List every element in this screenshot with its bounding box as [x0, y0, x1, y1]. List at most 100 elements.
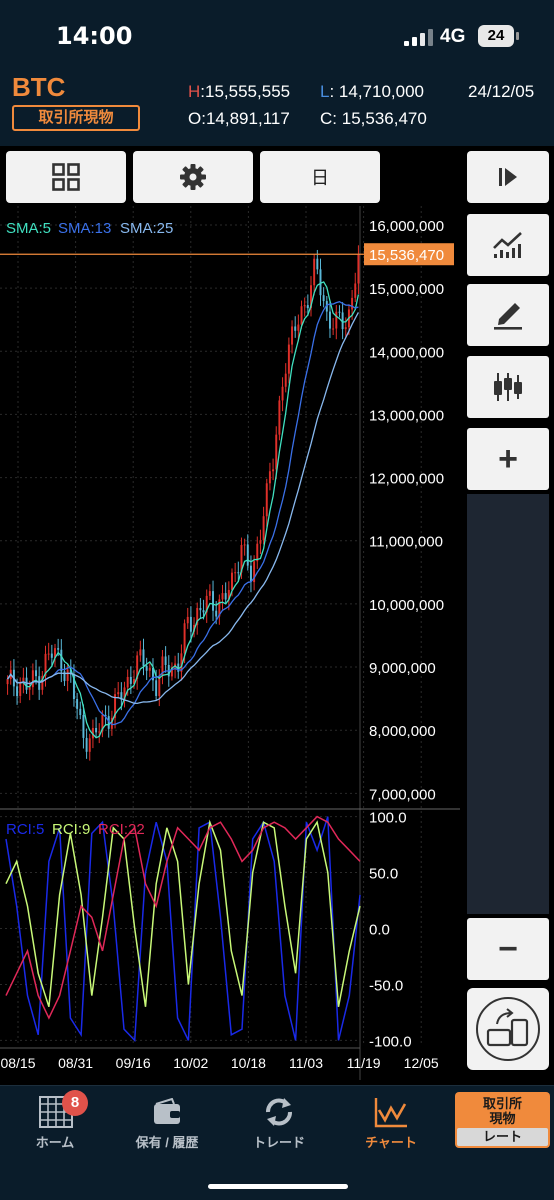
- candle-body: [85, 737, 88, 752]
- candle-body: [16, 686, 19, 697]
- signal-icon: [404, 28, 434, 46]
- candle-body: [57, 648, 60, 650]
- candle-body: [268, 471, 271, 484]
- layout-button[interactable]: [6, 151, 126, 203]
- tab-home-label: ホーム: [35, 1135, 75, 1150]
- zoom-in-button[interactable]: +: [467, 428, 549, 490]
- candle-body: [183, 623, 186, 654]
- sma-legend-item: SMA:13: [58, 220, 111, 237]
- rci-tick-label: 0.0: [369, 922, 390, 939]
- candle-body: [224, 593, 227, 600]
- price-tick-label: 8,000,000: [369, 723, 436, 740]
- pencil-icon: [494, 303, 522, 330]
- price-header: BTC 取引所現物 H:15,555,555 L: 14,710,000 O:1…: [0, 66, 554, 146]
- candle-body: [313, 258, 316, 286]
- candle-body: [208, 591, 211, 596]
- candle-body: [231, 572, 233, 590]
- x-tick-label: 11/03: [289, 1055, 323, 1071]
- rci-tick-label: 100.0: [369, 810, 407, 827]
- candle-body: [31, 670, 34, 688]
- gear-icon: [180, 164, 206, 190]
- candle-body: [155, 680, 158, 696]
- x-tick-label: 10/02: [173, 1055, 208, 1071]
- candle-body: [265, 483, 268, 517]
- candle-body: [332, 328, 335, 330]
- candle-body: [319, 269, 322, 296]
- candle-body: [262, 516, 265, 541]
- candle-body: [328, 311, 331, 329]
- low-price: L: 14,710,000: [320, 82, 425, 101]
- price-tick-label: 11,000,000: [369, 534, 443, 551]
- rci-tick-label: 50.0: [369, 866, 398, 883]
- sma-legend-item: SMA:25: [120, 220, 173, 237]
- tab-chart[interactable]: チャート: [336, 1090, 446, 1150]
- tab-trade[interactable]: トレード: [224, 1090, 334, 1150]
- home-indicator[interactable]: [208, 1184, 348, 1189]
- chart-area[interactable]: 7,000,000 8,000,000 9,000,000 10,000,000 11,…: [0, 206, 460, 1080]
- candle-body: [76, 699, 79, 709]
- current-price-label: 15,536,470: [369, 247, 444, 264]
- sma-legend-item: SMA:5: [6, 220, 51, 237]
- symbol-title[interactable]: BTC: [12, 72, 65, 103]
- candle-body: [275, 434, 278, 470]
- high-price: H:15,555,555: [188, 82, 291, 101]
- candle-body: [129, 676, 132, 684]
- x-tick-label: 12/05: [404, 1055, 439, 1071]
- candle-body: [6, 679, 9, 685]
- rotate-device-icon: [476, 997, 540, 1061]
- candle-body: [246, 544, 249, 566]
- candle-body: [82, 714, 85, 738]
- price-tick-label: 12,000,000: [369, 471, 444, 488]
- close-price: C: 15,536,470: [320, 109, 427, 128]
- price-tick-label: 15,000,000: [369, 281, 444, 298]
- exchange-rate-button[interactable]: 取引所 現物 レート: [455, 1092, 550, 1148]
- candle-body: [338, 311, 341, 313]
- x-tick-label: 10/18: [231, 1055, 266, 1071]
- candle-body: [126, 676, 129, 688]
- rate-label-line3: レート: [457, 1128, 548, 1146]
- candle-body: [189, 616, 192, 632]
- price-tick-label: 10,000,000: [369, 597, 444, 614]
- rci9-line: [5, 819, 361, 1008]
- candle-body: [322, 295, 325, 302]
- candle-body: [303, 305, 306, 307]
- play-forward-button[interactable]: [467, 151, 549, 203]
- period-button[interactable]: 日: [260, 151, 380, 203]
- tab-home[interactable]: 8 ホーム: [0, 1090, 110, 1150]
- candle-body: [98, 731, 101, 733]
- zoom-out-button[interactable]: −: [467, 918, 549, 980]
- candle-body: [354, 283, 357, 298]
- price-tick-label: 7,000,000: [369, 786, 436, 803]
- indicator-button[interactable]: [467, 214, 549, 276]
- rci-legend-item: RCI:9: [52, 821, 90, 838]
- candle-body: [300, 306, 303, 325]
- rate-label-line2: 現物: [489, 1111, 516, 1126]
- candle-body: [272, 469, 275, 472]
- tab-bar: 8 ホーム 保有 / 履歴 トレード チャート 取引所 現物 レート: [0, 1085, 554, 1200]
- candle-body: [79, 708, 82, 715]
- candle-body: [215, 610, 218, 617]
- candle-body: [281, 386, 284, 401]
- tab-holdings-history[interactable]: 保有 / 履歴: [112, 1090, 222, 1150]
- rotate-button[interactable]: [467, 988, 549, 1070]
- tab-chart-label: チャート: [365, 1135, 417, 1150]
- candle-body: [357, 254, 360, 284]
- wallet-icon: [154, 1098, 180, 1124]
- price-chart[interactable]: 7,000,000 8,000,000 9,000,000 10,000,000 11,…: [0, 206, 460, 1080]
- candle-body: [50, 653, 53, 658]
- chart-date: 24/12/05: [468, 82, 535, 101]
- candle-body: [259, 540, 262, 544]
- market-badge[interactable]: 取引所現物: [12, 105, 140, 131]
- candle-body: [212, 591, 215, 611]
- notification-badge: 8: [62, 1090, 88, 1116]
- settings-button[interactable]: [133, 151, 253, 203]
- candle-body: [297, 324, 300, 331]
- candle-body: [306, 305, 309, 309]
- rci-legend-item: RCI:5: [6, 821, 44, 838]
- candle-body: [243, 544, 246, 546]
- grid-icon: [52, 163, 80, 191]
- zoom-track: [467, 494, 549, 914]
- draw-button[interactable]: [467, 284, 549, 346]
- candle-type-button[interactable]: [467, 356, 549, 418]
- status-time: 14:00: [56, 22, 133, 50]
